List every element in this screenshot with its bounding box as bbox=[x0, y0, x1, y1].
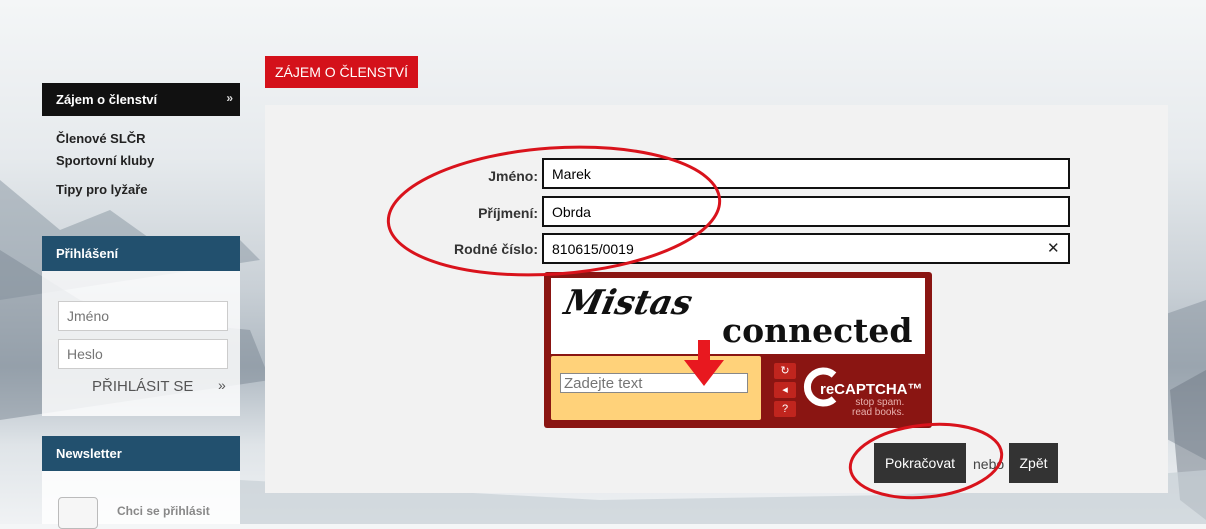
birth-number-label: Rodné číslo: bbox=[453, 241, 538, 257]
refresh-icon[interactable]: ↻ bbox=[774, 363, 796, 379]
newsletter-subscribe-link[interactable]: Chci se přihlásit bbox=[117, 504, 210, 518]
sidebar-item-ski-tips[interactable]: Tipy pro lyžaře bbox=[56, 182, 148, 197]
captcha-input[interactable] bbox=[560, 373, 748, 393]
or-text: nebo bbox=[973, 456, 1005, 472]
back-button[interactable]: Zpět bbox=[1009, 443, 1058, 483]
last-name-label: Příjmení: bbox=[478, 205, 538, 221]
newsletter-header: Newsletter bbox=[42, 436, 240, 471]
clear-icon[interactable]: ✕ bbox=[1047, 239, 1060, 257]
sidebar-item-label: Zájem o členství bbox=[56, 92, 158, 107]
first-name-field[interactable] bbox=[542, 158, 1070, 189]
birth-number-field[interactable] bbox=[542, 233, 1070, 264]
continue-button-label: Pokračovat bbox=[884, 455, 956, 471]
newsletter-icon[interactable] bbox=[58, 497, 98, 529]
login-header: Přihlášení bbox=[42, 236, 240, 271]
audio-icon[interactable]: ◂ bbox=[774, 382, 796, 398]
help-icon[interactable]: ? bbox=[774, 401, 796, 417]
captcha-word-1: Mistas bbox=[560, 283, 696, 323]
captcha-word-2: connected bbox=[722, 311, 913, 350]
login-title: Přihlášení bbox=[56, 246, 119, 261]
login-button[interactable]: PŘIHLÁSIT SE bbox=[92, 378, 193, 395]
password-input[interactable] bbox=[58, 339, 228, 369]
newsletter-title: Newsletter bbox=[56, 446, 122, 461]
continue-button[interactable]: Pokračovat bbox=[874, 443, 966, 483]
chevron-down-icon: » bbox=[226, 91, 232, 105]
sidebar-item-membership-interest[interactable]: Zájem o členství » bbox=[42, 83, 240, 116]
page-title: ZÁJEM O ČLENSTVÍ bbox=[265, 56, 419, 88]
recaptcha-tagline: stop spam. read books. bbox=[852, 398, 904, 418]
back-button-label: Zpět bbox=[1019, 455, 1048, 471]
first-name-label: Jméno: bbox=[488, 168, 538, 184]
last-name-field[interactable] bbox=[542, 196, 1070, 227]
double-chevron-right-icon[interactable]: » bbox=[218, 377, 226, 393]
username-input[interactable] bbox=[58, 301, 228, 331]
recaptcha-logo: reCAPTCHA™ bbox=[820, 381, 923, 398]
sidebar-item-sport-clubs[interactable]: Sportovní kluby bbox=[56, 153, 154, 168]
page-title-text: ZÁJEM O ČLENSTVÍ bbox=[275, 64, 409, 80]
recaptcha-tagline-2: read books. bbox=[852, 407, 905, 418]
sidebar-item-members[interactable]: Členové SLČR bbox=[56, 131, 146, 146]
